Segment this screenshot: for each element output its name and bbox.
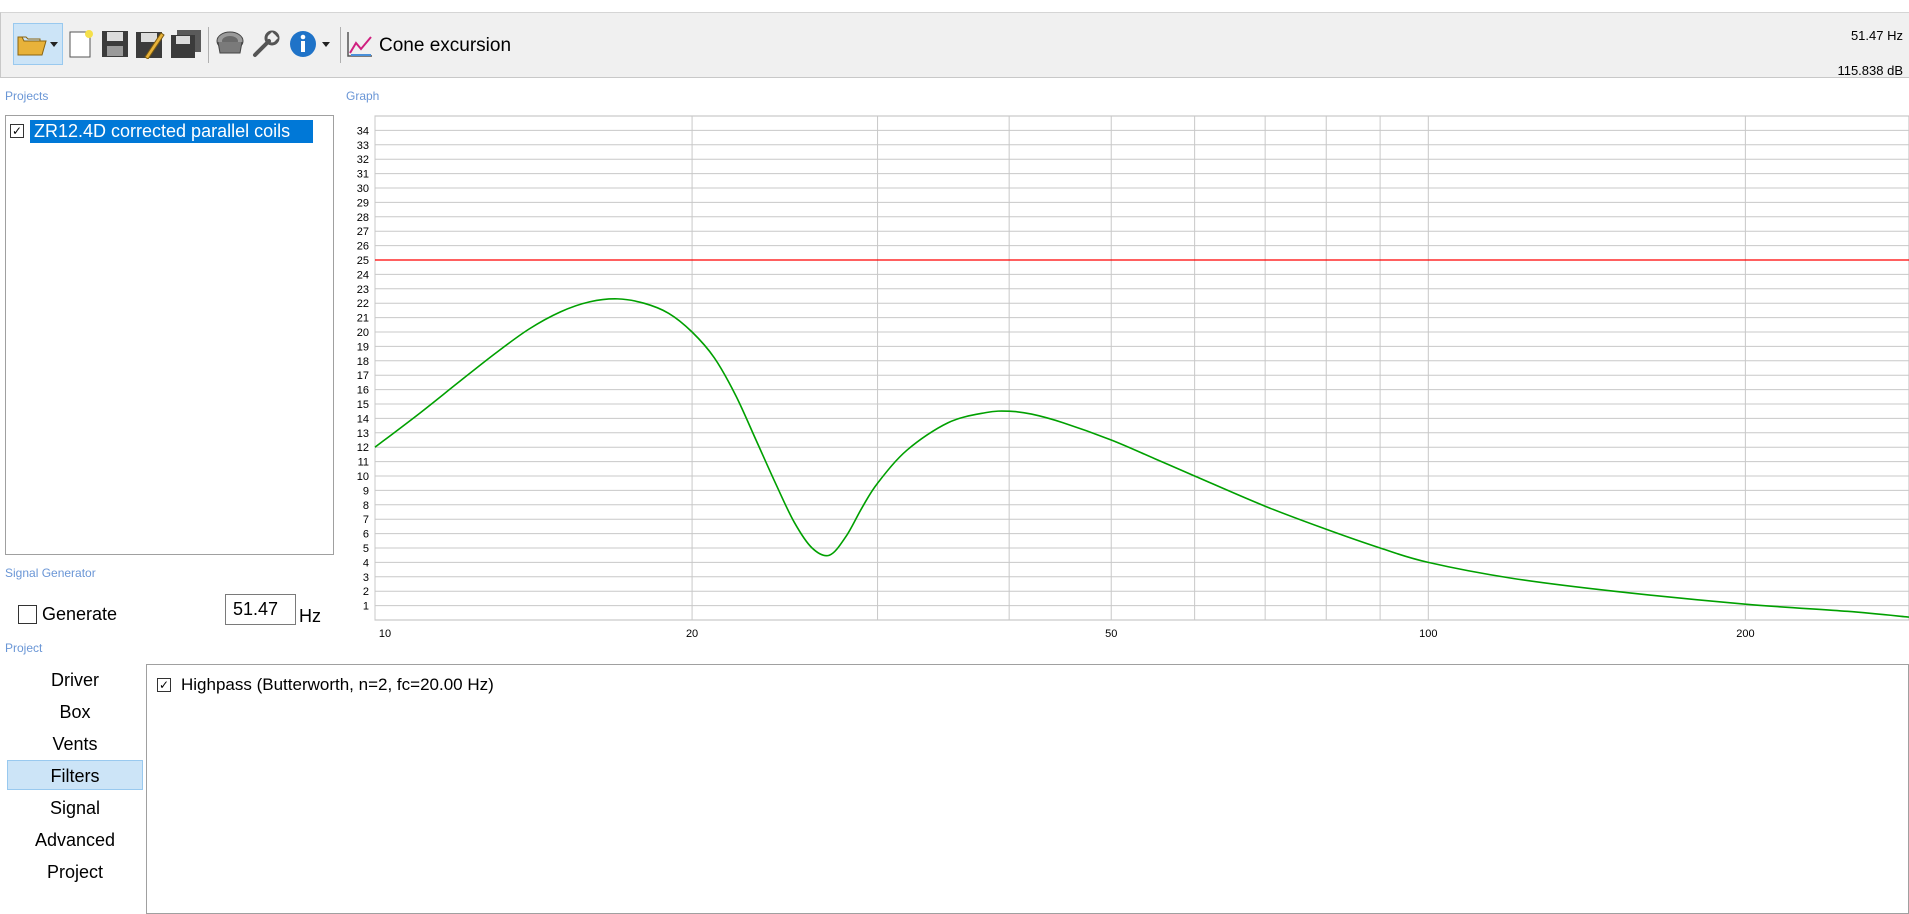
- new-button[interactable]: [63, 23, 99, 65]
- x-tick-label: 200: [1736, 628, 1754, 638]
- driver-button[interactable]: [212, 23, 248, 65]
- graph-type-button[interactable]: [342, 23, 378, 65]
- filter-label: Highpass (Butterworth, n=2, fc=20.00 Hz): [181, 675, 494, 694]
- nav-item-vents[interactable]: Vents: [7, 729, 143, 759]
- projects-section-label: Projects: [5, 89, 49, 103]
- y-tick-label: 3: [363, 572, 369, 584]
- y-tick-label: 1: [363, 601, 369, 613]
- y-tick-label: 28: [357, 212, 369, 224]
- save-button[interactable]: [97, 23, 133, 65]
- y-tick-label: 16: [357, 385, 369, 397]
- y-tick-label: 26: [357, 241, 369, 253]
- save-all-icon: [171, 30, 201, 58]
- open-folder-icon: [17, 36, 58, 56]
- y-tick-label: 23: [357, 284, 369, 296]
- project-section-label: Project: [5, 641, 43, 655]
- y-tick-label: 11: [358, 457, 369, 469]
- nav-item-box[interactable]: Box: [7, 697, 143, 727]
- toolbar-separator: [340, 27, 341, 63]
- y-tick-label: 22: [357, 298, 369, 310]
- y-tick-label: 31: [357, 169, 369, 181]
- grid-lines: [374, 115, 1909, 621]
- filters-panel: ✓ Highpass (Butterworth, n=2, fc=20.00 H…: [146, 664, 1909, 914]
- x-tick-label: 10: [379, 628, 391, 638]
- save-icon: [102, 31, 128, 57]
- y-tick-label: 14: [357, 413, 369, 425]
- cone-excursion-graph[interactable]: 1234567891011121314151617181920212223242…: [340, 108, 1909, 638]
- speaker-driver-icon: [216, 31, 244, 54]
- y-tick-label: 7: [363, 514, 369, 526]
- y-tick-label: 12: [357, 442, 369, 454]
- y-tick-label: 19: [357, 341, 369, 353]
- nav-item-filters[interactable]: Filters: [7, 760, 143, 790]
- y-tick-label: 34: [357, 125, 369, 137]
- y-tick-label: 30: [357, 183, 369, 195]
- new-document-icon: [69, 30, 93, 58]
- wrench-icon: [253, 30, 280, 57]
- frequency-unit: Hz: [299, 606, 321, 626]
- nav-item-signal[interactable]: Signal: [7, 793, 143, 823]
- y-tick-label: 15: [357, 399, 369, 411]
- y-tick-label: 33: [357, 140, 369, 152]
- y-axis-ticks: 1234567891011121314151617181920212223242…: [357, 125, 369, 612]
- y-tick-label: 29: [357, 197, 369, 209]
- open-button[interactable]: [13, 23, 63, 65]
- filter-checkbox[interactable]: ✓: [157, 678, 171, 692]
- y-tick-label: 9: [363, 485, 369, 497]
- y-tick-label: 10: [357, 471, 369, 483]
- y-tick-label: 17: [357, 370, 369, 382]
- x-axis-ticks: 10 20 50 100 200: [379, 628, 1755, 638]
- generate-label: Generate: [42, 604, 118, 624]
- save-as-button[interactable]: [132, 23, 168, 65]
- projects-list[interactable]: ✓ ZR12.4D corrected parallel coils: [5, 115, 334, 555]
- info-icon: [290, 31, 330, 57]
- nav-item-driver[interactable]: Driver: [7, 665, 143, 695]
- signal-generator-section-label: Signal Generator: [5, 566, 96, 580]
- filter-item[interactable]: ✓ Highpass (Butterworth, n=2, fc=20.00 H…: [157, 675, 494, 695]
- plot-area: [374, 115, 1909, 621]
- readout-level: 115.838 dB: [1837, 63, 1903, 78]
- graph-section-label: Graph: [346, 89, 380, 103]
- y-tick-label: 32: [357, 154, 369, 166]
- project-checkbox[interactable]: ✓: [10, 124, 24, 138]
- y-tick-label: 21: [357, 313, 369, 325]
- x-tick-label: 100: [1419, 628, 1437, 638]
- toolbar: Cone excursion 51.47 Hz 115.838 dB: [0, 12, 1909, 78]
- project-label[interactable]: ZR12.4D corrected parallel coils: [30, 119, 313, 143]
- y-tick-label: 4: [363, 557, 369, 569]
- tools-button[interactable]: [248, 23, 284, 65]
- x-tick-label: 20: [686, 628, 698, 638]
- y-tick-label: 5: [363, 543, 369, 555]
- nav-item-advanced[interactable]: Advanced: [7, 825, 143, 855]
- project-item[interactable]: ✓ ZR12.4D corrected parallel coils: [10, 118, 313, 144]
- y-tick-label: 8: [363, 500, 369, 512]
- readout-frequency: 51.47 Hz: [1850, 28, 1903, 43]
- graph-type-icon: [347, 32, 372, 57]
- y-tick-label: 27: [357, 226, 369, 238]
- y-tick-label: 25: [357, 255, 369, 267]
- y-tick-label: 18: [357, 356, 369, 368]
- info-button[interactable]: [285, 23, 337, 65]
- frequency-input[interactable]: 51.47: [225, 594, 296, 625]
- y-tick-label: 20: [357, 327, 369, 339]
- y-tick-label: 2: [363, 586, 369, 598]
- graph-type-title: Cone excursion: [379, 35, 512, 56]
- save-all-button[interactable]: [168, 23, 204, 65]
- y-tick-label: 13: [357, 428, 369, 440]
- y-tick-label: 24: [357, 269, 369, 281]
- generate-checkbox[interactable]: [18, 605, 37, 624]
- toolbar-separator: [208, 27, 209, 63]
- x-tick-label: 50: [1105, 628, 1117, 638]
- nav-item-project[interactable]: Project: [7, 857, 143, 887]
- y-tick-label: 6: [363, 529, 369, 541]
- save-as-icon: [136, 32, 165, 59]
